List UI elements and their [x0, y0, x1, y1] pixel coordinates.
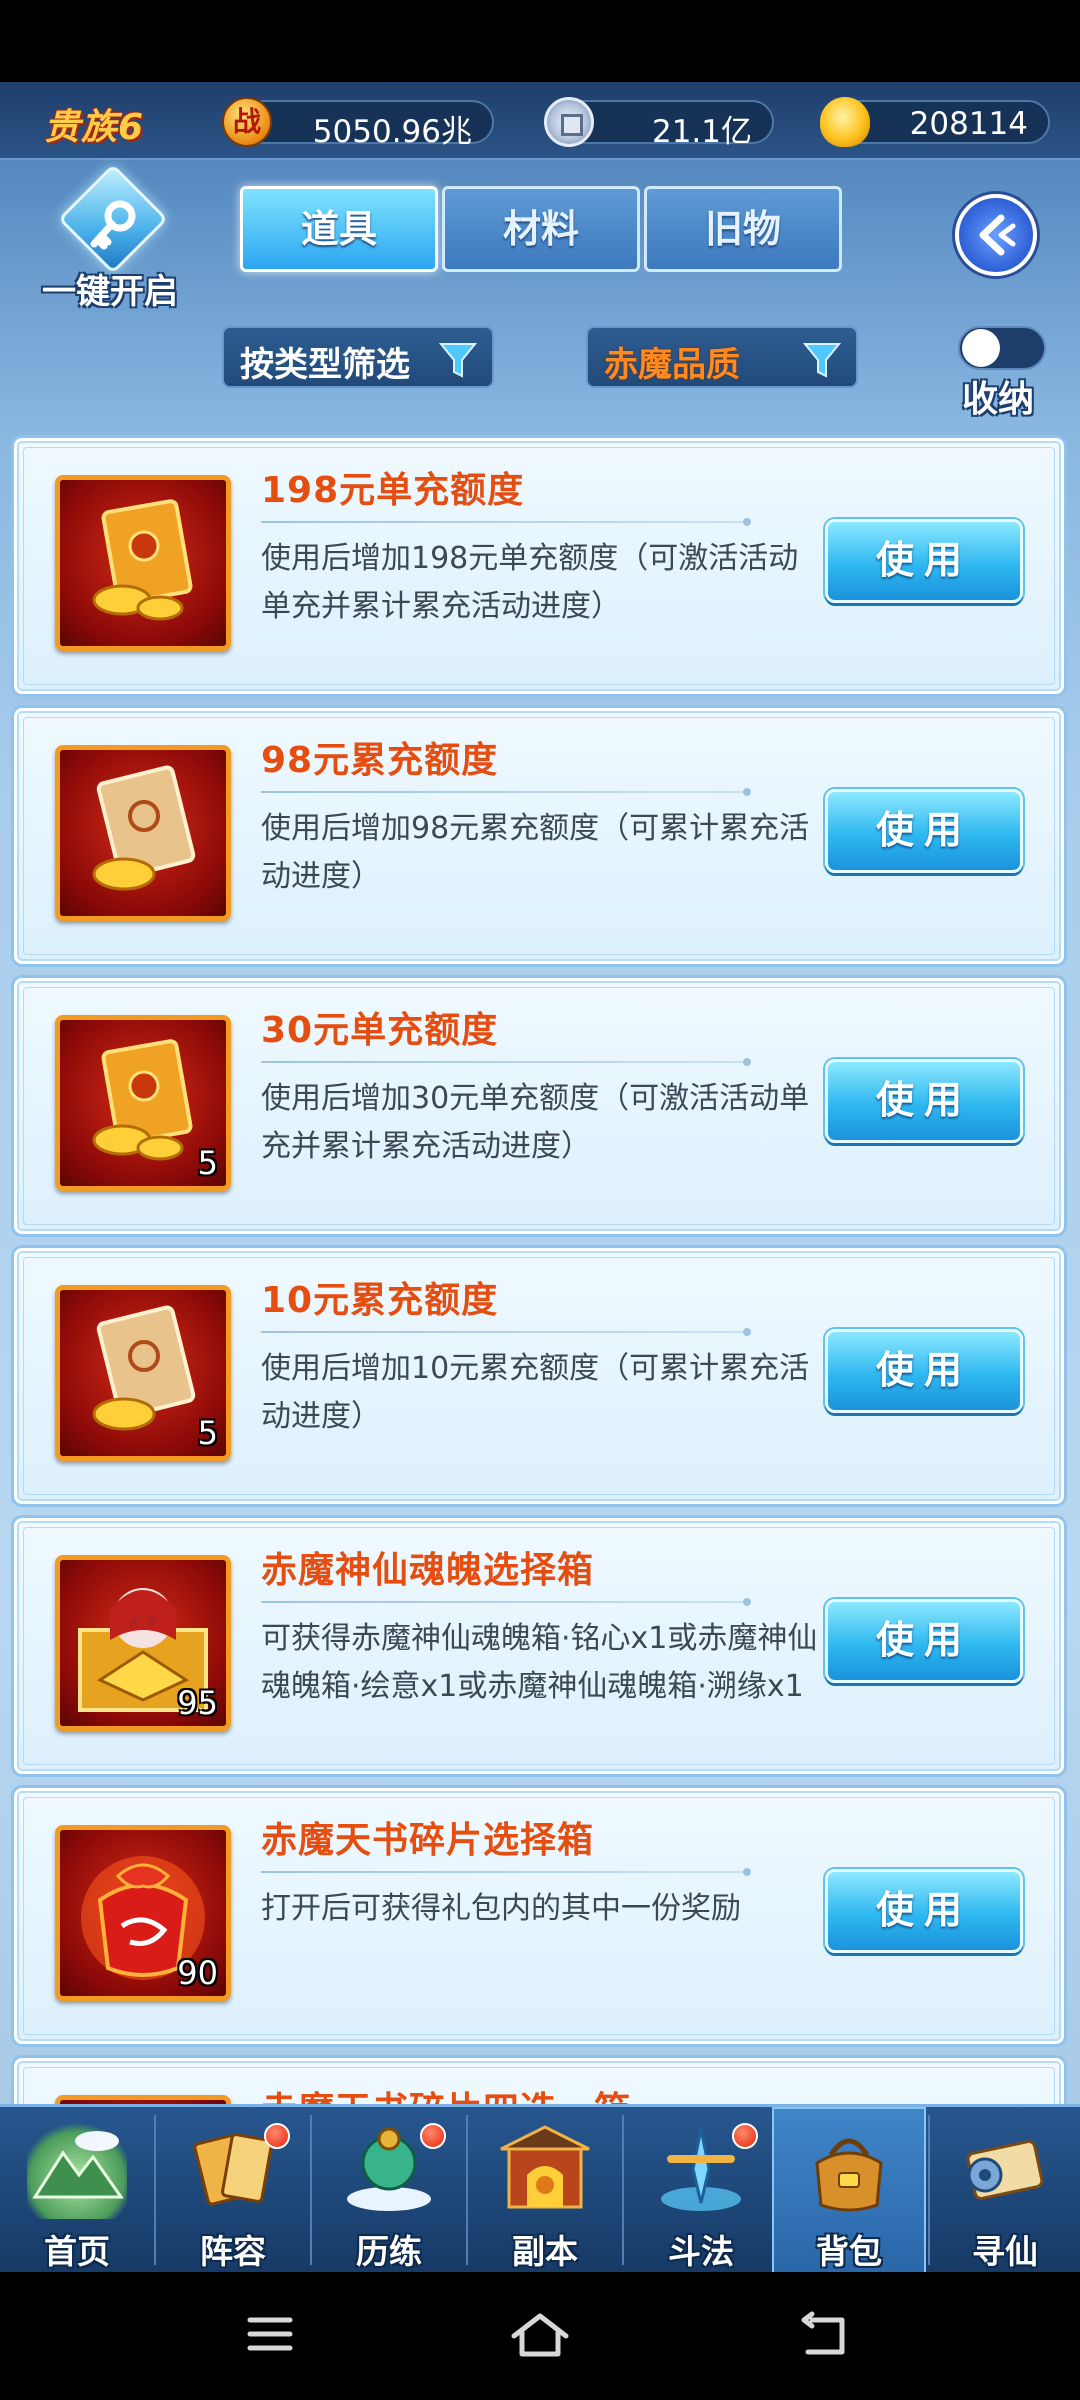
back-icon[interactable] [798, 2310, 850, 2360]
back-arrow-icon [979, 214, 1016, 256]
one-key-open-label: 一键开启 [42, 272, 178, 312]
divider [261, 1598, 751, 1606]
funnel-icon [802, 343, 842, 378]
filter-by-type-button[interactable]: 按类型筛选 [222, 326, 494, 388]
nav-item-home[interactable]: 首页 [0, 2107, 154, 2275]
item-card: 赤魔天书碎片四选一箱 使用 [14, 2058, 1064, 2104]
power-resource: 5050.96兆 [242, 100, 494, 150]
vip-level[interactable]: 贵族6 [44, 98, 144, 150]
item-card: 95 赤魔神仙魂魄选择箱 可获得赤魔神仙魂魄箱·铭心x1或赤魔神仙魂魄箱·绘意x… [14, 1518, 1064, 1774]
scroll-gold-ingot-icon[interactable]: 5 [55, 1285, 231, 1461]
nav-item-lineup[interactable]: 阵容 [156, 2107, 310, 2275]
power-value: 5050.96兆 [312, 114, 472, 150]
funnel-icon [438, 343, 478, 378]
one-key-open-button[interactable]: 一键开启 [30, 163, 190, 312]
notification-dot [264, 2123, 290, 2149]
item-card: 198元单充额度 使用后增加198元单充额度（可激活活动单充并累计累充活动进度）… [14, 438, 1064, 694]
item-title: 198元单充额度 [261, 470, 525, 511]
filter-quality-label: 赤魔品质 [604, 345, 740, 385]
red-envelope-gold-ingot-icon[interactable]: 5 [55, 1015, 231, 1191]
nav-item-dungeon[interactable]: 副本 [468, 2107, 622, 2275]
item-card: 98元累充额度 使用后增加98元累充额度（可累计累充活动进度） 使用 [14, 708, 1064, 964]
item-description: 使用后增加98元累充额度（可累计累充活动进度） [261, 811, 810, 894]
item-description: 使用后增加30元单充额度（可激活活动单充并累计累充活动进度） [261, 1081, 810, 1164]
quest-scroll-icon [955, 2119, 1055, 2219]
item-title: 赤魔天书碎片选择箱 [261, 1820, 595, 1861]
system-navigation-bar [0, 2272, 1080, 2400]
red-envelope-gold-ingot-icon[interactable] [55, 475, 231, 651]
toggle-knob [962, 329, 1000, 367]
nav-label: 背包 [816, 2232, 882, 2271]
item-title: 30元单充额度 [261, 1010, 499, 1051]
item-count: 5 [197, 1144, 218, 1182]
use-button[interactable]: 使用 [825, 1059, 1023, 1143]
divider [261, 1058, 751, 1066]
item-card: 90 赤魔天书碎片选择箱 打开后可获得礼包内的其中一份奖励 使用 [14, 1788, 1064, 2044]
item-description: 使用后增加198元单充额度（可激活活动单充并累计累充活动进度） [261, 541, 799, 624]
backpack-icon [799, 2119, 899, 2219]
bottom-navigation: 首页 阵容 历练 副本 斗法 背包 寻仙 [0, 2104, 1080, 2275]
key-icon [90, 200, 136, 250]
filter-by-type-label: 按类型筛选 [240, 345, 410, 385]
item-description: 使用后增加10元累充额度（可累计累充活动进度） [261, 1351, 810, 1434]
storage-toggle-label: 收纳 [962, 379, 1035, 420]
menu-icon[interactable] [246, 2310, 294, 2358]
storage-toggle[interactable] [958, 326, 1046, 370]
nav-label: 历练 [356, 2232, 422, 2271]
nav-label: 首页 [44, 2232, 110, 2271]
use-button[interactable]: 使用 [825, 519, 1023, 603]
item-list[interactable]: 198元单充额度 使用后增加198元单充额度（可激活活动单充并累计累充活动进度）… [0, 432, 1080, 2104]
tab-items[interactable]: 道具 [240, 186, 438, 272]
nav-label: 副本 [512, 2232, 578, 2271]
notification-dot [420, 2123, 446, 2149]
tab-materials[interactable]: 材料 [442, 186, 640, 272]
use-button[interactable]: 使用 [825, 789, 1023, 873]
divider [261, 1868, 751, 1876]
item-count: 95 [177, 1684, 218, 1722]
coin-value: 21.1亿 [651, 114, 752, 150]
nav-item-seek-immortal[interactable]: 寻仙 [928, 2107, 1080, 2275]
item-title: 赤魔天书碎片四选一箱 [261, 2081, 631, 2104]
power-icon: 战 [222, 97, 272, 147]
item-count: 5 [197, 1414, 218, 1452]
divider [261, 788, 751, 796]
item-card: 5 10元累充额度 使用后增加10元累充额度（可累计累充活动进度） 使用 [14, 1248, 1064, 1504]
item-title: 10元累充额度 [261, 1280, 499, 1321]
tab-relics[interactable]: 旧物 [644, 186, 842, 272]
nav-label: 斗法 [668, 2232, 734, 2271]
red-gift-bag-icon[interactable] [55, 2095, 231, 2104]
gold-ingot-icon [820, 97, 870, 147]
item-description: 打开后可获得礼包内的其中一份奖励 [261, 1891, 741, 1926]
notification-dot [732, 2123, 758, 2149]
divider [261, 518, 751, 526]
item-count: 90 [177, 1954, 218, 1992]
dungeon-gate-icon [495, 2119, 595, 2219]
nav-item-backpack[interactable]: 背包 [772, 2107, 926, 2275]
spirit-chest-icon[interactable]: 95 [55, 1555, 231, 1731]
gold-value: 208114 [909, 106, 1028, 142]
nav-item-training[interactable]: 历练 [312, 2107, 466, 2275]
use-button[interactable]: 使用 [825, 1329, 1023, 1413]
scroll-gold-ingot-icon[interactable] [55, 745, 231, 921]
back-button[interactable] [955, 194, 1037, 276]
divider [261, 1328, 751, 1336]
red-gift-bag-icon[interactable]: 90 [55, 1825, 231, 2001]
nav-label: 阵容 [200, 2232, 266, 2271]
home-mountain-icon [27, 2119, 127, 2219]
item-card: 5 30元单充额度 使用后增加30元单充额度（可激活活动单充并累计累充活动进度）… [14, 978, 1064, 1234]
use-button[interactable]: 使用 [825, 1599, 1023, 1683]
game-screen: 贵族6 5050.96兆 战 21.1亿 208114 一键开启 道具 材料 旧… [0, 0, 1080, 2400]
silver-coin-icon [544, 97, 594, 147]
nav-label: 寻仙 [972, 2232, 1038, 2271]
item-title: 赤魔神仙魂魄选择箱 [261, 1550, 595, 1591]
home-icon[interactable] [508, 2310, 572, 2362]
use-button[interactable]: 使用 [825, 1869, 1023, 1953]
status-bar [0, 0, 1080, 82]
item-title: 98元累充额度 [261, 740, 499, 781]
nav-item-battle[interactable]: 斗法 [624, 2107, 778, 2275]
item-description: 可获得赤魔神仙魂魄箱·铭心x1或赤魔神仙魂魄箱·绘意x1或赤魔神仙魂魄箱·溯缘x… [261, 1621, 818, 1704]
filter-quality-button[interactable]: 赤魔品质 [586, 326, 858, 388]
